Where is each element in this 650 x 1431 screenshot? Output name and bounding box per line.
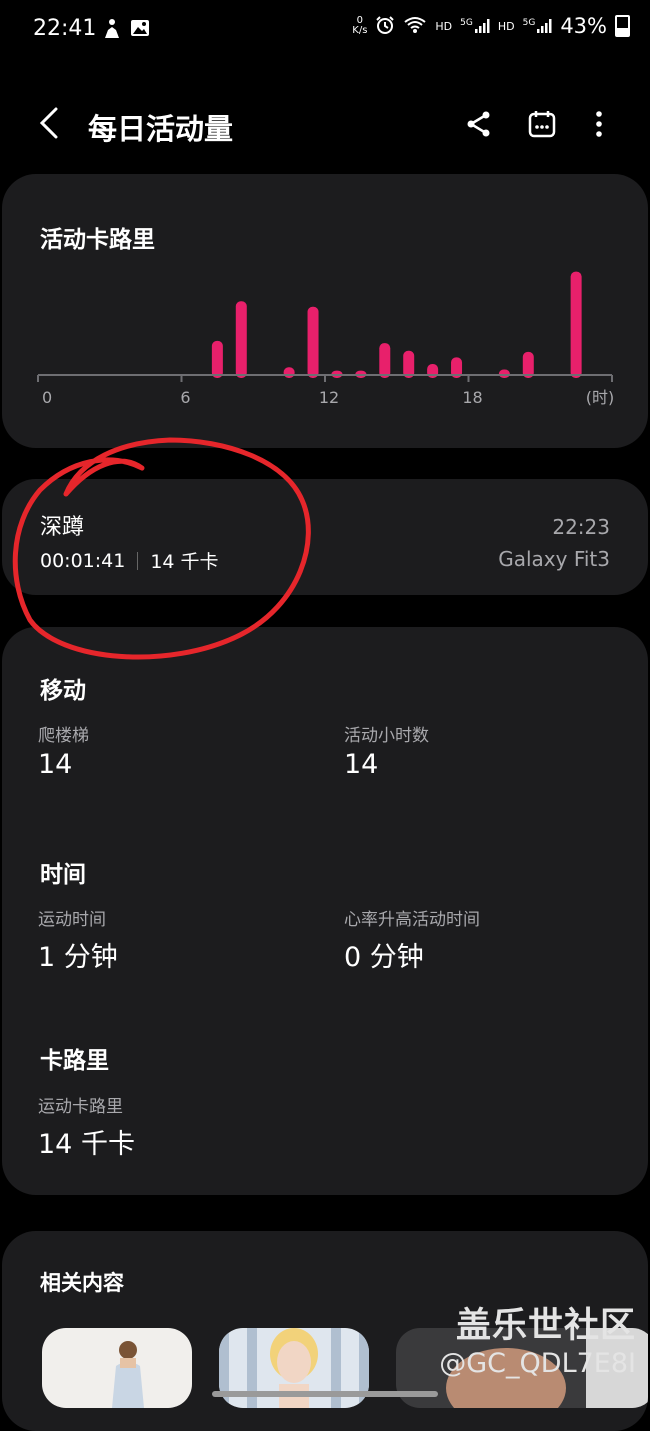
active-calories-card[interactable]: 活动卡路里 0 6 12 18 (时) bbox=[2, 174, 648, 448]
calorie-bar-hour-7 bbox=[211, 340, 223, 378]
hr-active-time-label: 心率升高活动时间 bbox=[344, 910, 480, 930]
gallery-icon bbox=[130, 18, 150, 44]
move-section-title: 移动 bbox=[40, 678, 86, 704]
battery-percent: 43% bbox=[560, 14, 607, 38]
x-tick-label: 12 bbox=[319, 388, 339, 407]
page-title: 每日活动量 bbox=[88, 112, 234, 146]
exercise-time-value: 1 分钟 bbox=[38, 942, 118, 973]
x-unit-label: (时) bbox=[586, 388, 615, 407]
battery-icon bbox=[615, 15, 630, 37]
time-section-title: 时间 bbox=[40, 862, 86, 888]
annotation-circle bbox=[12, 437, 311, 660]
signal-icon: 5G bbox=[460, 18, 490, 34]
exercise-calories-value: 14 千卡 bbox=[38, 1129, 135, 1160]
x-tick-label: 6 bbox=[180, 388, 190, 407]
more-vertical-icon[interactable] bbox=[583, 108, 615, 140]
calorie-bar-hour-19 bbox=[498, 369, 510, 378]
exercise-time-label: 运动时间 bbox=[38, 910, 106, 930]
status-time: 22:41 bbox=[33, 16, 97, 41]
calories-section-title: 卡路里 bbox=[40, 1048, 109, 1074]
wifi-icon bbox=[403, 16, 427, 37]
floors-label: 爬楼梯 bbox=[38, 726, 89, 746]
workout-time: 22:23 bbox=[552, 515, 610, 539]
watermark-handle: @GC_QDL7E8I bbox=[439, 1348, 636, 1379]
calorie-bar-hour-10 bbox=[283, 367, 295, 378]
x-tick-label: 18 bbox=[462, 388, 482, 407]
back-chevron-icon[interactable] bbox=[38, 106, 60, 149]
signal-icon-2: 5G bbox=[523, 18, 553, 34]
alarm-icon bbox=[375, 15, 395, 38]
related-thumbnail-1[interactable] bbox=[42, 1328, 192, 1408]
activity-calories-chart: 0 6 12 18 (时) bbox=[37, 271, 615, 407]
hr-active-time-value: 0 分钟 bbox=[344, 942, 424, 973]
active-hours-label: 活动小时数 bbox=[344, 726, 429, 746]
calorie-bar-hour-11 bbox=[307, 306, 319, 378]
calendar-icon[interactable] bbox=[526, 108, 558, 140]
network-speed: 0 K/s bbox=[352, 15, 368, 36]
share-icon[interactable] bbox=[463, 108, 495, 140]
related-content-title: 相关内容 bbox=[40, 1271, 124, 1295]
watermark-title: 盖乐世社区 bbox=[455, 1306, 636, 1346]
active-hours-value: 14 bbox=[344, 749, 379, 780]
floors-value: 14 bbox=[38, 749, 73, 780]
x-tick-label: 0 bbox=[42, 388, 52, 407]
calorie-bar-hour-22 bbox=[570, 271, 582, 378]
hd-badge-2: HD bbox=[497, 19, 515, 33]
status-right-icons: 0 K/s HD 5G HD 5G 43% bbox=[352, 14, 630, 38]
calorie-bar-hour-15 bbox=[403, 350, 415, 378]
activity-icon bbox=[102, 18, 122, 44]
stats-card: 移动 爬楼梯 14 活动小时数 14 时间 运动时间 1 分钟 心率升高活动时间… bbox=[2, 627, 648, 1195]
hd-badge: HD bbox=[435, 19, 453, 33]
status-left-icons bbox=[102, 18, 150, 44]
app-header: 每日活动量 bbox=[0, 90, 650, 160]
home-indicator[interactable] bbox=[212, 1391, 438, 1397]
calorie-bar-hour-14 bbox=[379, 343, 391, 378]
status-bar: 22:41 0 K/s HD 5G HD 5G 43% bbox=[0, 0, 650, 62]
exercise-calories-label: 运动卡路里 bbox=[38, 1097, 123, 1117]
calorie-bar-hour-8 bbox=[235, 301, 247, 378]
workout-device: Galaxy Fit3 bbox=[498, 547, 610, 571]
